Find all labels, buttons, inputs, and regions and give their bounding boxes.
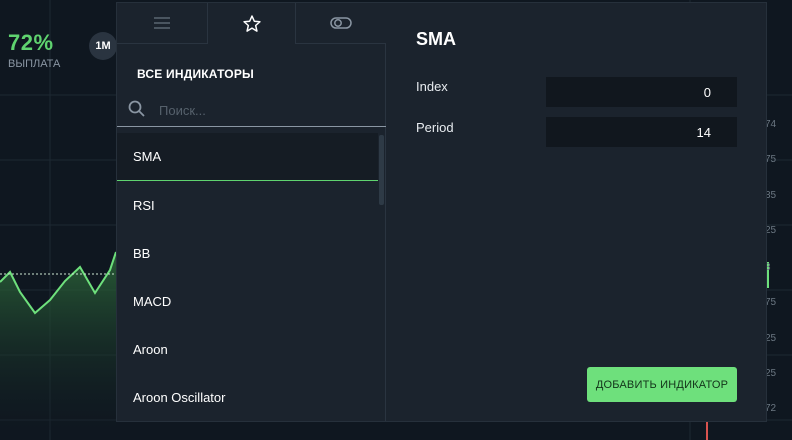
payout-percent: 72% bbox=[8, 30, 54, 55]
payout-label: ВЫПЛАТА bbox=[8, 58, 61, 70]
param-label-period: Period bbox=[416, 120, 454, 135]
indicators-list-pane: ВСЕ ИНДИКАТОРЫ SMA RSI BB MACD Aroon Aro… bbox=[117, 3, 387, 421]
indicators-modal: ВСЕ ИНДИКАТОРЫ SMA RSI BB MACD Aroon Aro… bbox=[116, 2, 767, 422]
indicator-settings-pane: SMA Index Period ДОБАВИТЬ ИНДИКАТОР bbox=[387, 3, 767, 421]
indicator-item-aroon-oscillator[interactable]: Aroon Oscillator bbox=[117, 373, 379, 421]
index-field[interactable] bbox=[546, 77, 737, 107]
period-field[interactable] bbox=[546, 117, 737, 147]
search-input[interactable] bbox=[159, 100, 369, 120]
indicator-item-macd[interactable]: MACD bbox=[117, 277, 379, 325]
indicator-item-sma[interactable]: SMA bbox=[117, 133, 378, 181]
hamburger-icon bbox=[153, 17, 170, 29]
search-box bbox=[117, 95, 386, 127]
star-icon bbox=[242, 14, 261, 32]
indicator-list: SMA RSI BB MACD Aroon Aroon Oscillator bbox=[117, 133, 379, 421]
tab-active[interactable] bbox=[296, 3, 387, 44]
tab-all[interactable] bbox=[117, 3, 207, 44]
indicator-item-rsi[interactable]: RSI bbox=[117, 181, 379, 229]
section-title: ВСЕ ИНДИКАТОРЫ bbox=[137, 67, 254, 81]
indicator-title: SMA bbox=[416, 29, 456, 49]
toggle-icon bbox=[330, 17, 352, 29]
tab-favorites[interactable] bbox=[206, 3, 297, 44]
list-scrollbar[interactable] bbox=[379, 135, 384, 205]
indicator-item-aroon[interactable]: Aroon bbox=[117, 325, 379, 373]
payout-block: 72% ВЫПЛАТА bbox=[8, 30, 60, 70]
param-label-index: Index bbox=[416, 79, 448, 94]
price-scale: 74 75 35 25 3 75 25 25 72 bbox=[765, 0, 792, 440]
timeframe-button[interactable]: 1M bbox=[89, 32, 117, 60]
indicator-item-bb[interactable]: BB bbox=[117, 229, 379, 277]
add-indicator-button[interactable]: ДОБАВИТЬ ИНДИКАТОР bbox=[587, 367, 737, 402]
indicator-tabs bbox=[117, 3, 387, 44]
price-area bbox=[0, 252, 116, 430]
search-icon bbox=[128, 100, 145, 117]
